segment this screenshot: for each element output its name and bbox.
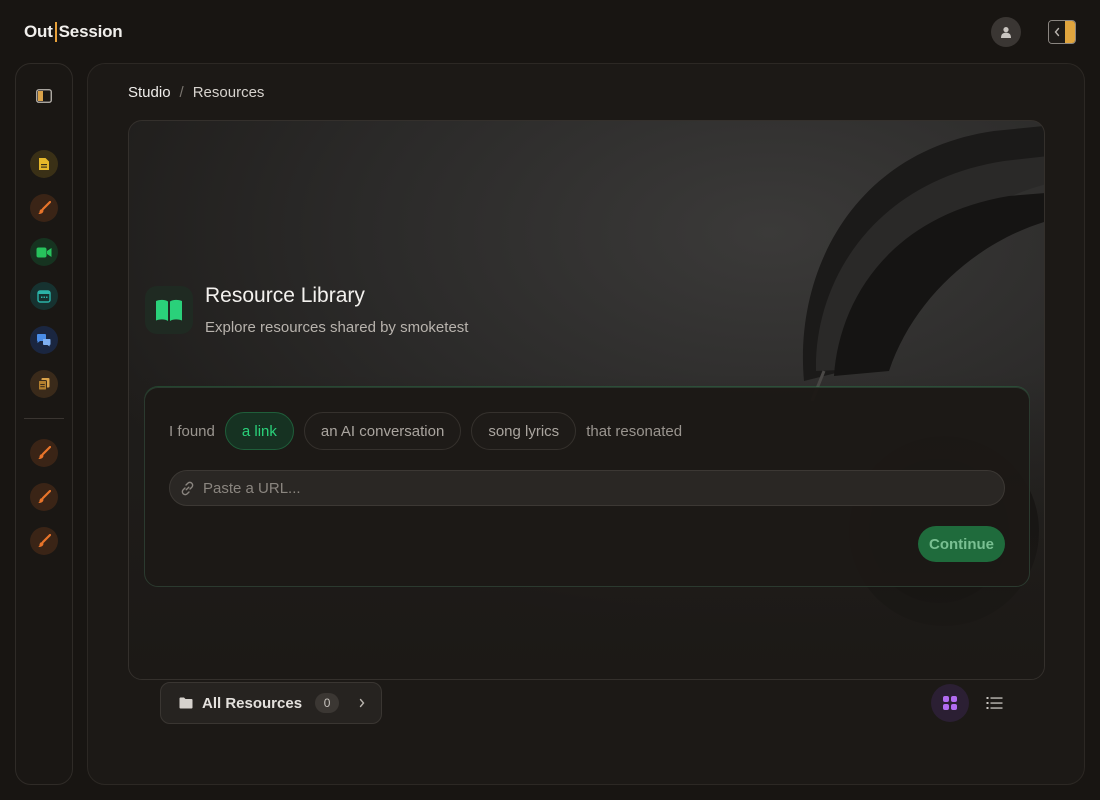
sidebar-item-chat[interactable]	[30, 326, 58, 354]
top-bar: Out Session	[0, 0, 1100, 64]
open-book-icon	[156, 299, 182, 321]
document-icon	[39, 158, 49, 170]
link-icon	[181, 481, 194, 495]
library-subtitle: Explore resources shared by smoketest	[205, 319, 469, 336]
sidebar-collapse-icon	[36, 89, 52, 103]
continue-button[interactable]: Continue	[918, 526, 1005, 562]
chip-ai-conversation[interactable]: an AI conversation	[303, 412, 462, 450]
grid-icon	[943, 696, 957, 710]
chip-song-lyrics[interactable]: song lyrics	[471, 412, 577, 450]
logo-out: Out	[24, 22, 53, 41]
resource-finder-card: I found a link an AI conversation song l…	[144, 387, 1030, 587]
url-input-wrapper	[169, 470, 1005, 506]
resource-count-badge: 0	[315, 693, 340, 713]
all-resources-dropdown[interactable]: All Resources 0	[160, 682, 382, 724]
list-icon	[986, 697, 1002, 709]
sidebar-item-video[interactable]	[30, 238, 58, 266]
chevron-left-icon	[1054, 27, 1060, 37]
breadcrumb-separator: /	[179, 84, 184, 101]
chevron-right-wrapper	[358, 698, 366, 708]
panel-toggle-button[interactable]	[1048, 20, 1076, 44]
chat-bubbles-icon	[37, 334, 51, 347]
sidebar-item-copies[interactable]	[30, 370, 58, 398]
logo-separator	[54, 22, 57, 42]
brush-icon	[38, 490, 51, 504]
grid-view-toggle[interactable]	[931, 684, 969, 722]
folder-icon	[179, 697, 193, 709]
user-avatar-button[interactable]	[991, 17, 1021, 47]
breadcrumb: Studio / Resources	[128, 84, 264, 101]
brush-icon	[38, 201, 51, 215]
sidebar-item-brush-1[interactable]	[30, 194, 58, 222]
list-view-toggle[interactable]	[975, 684, 1013, 722]
breadcrumb-studio[interactable]: Studio	[128, 84, 171, 101]
sidebar-item-brush-4[interactable]	[30, 527, 58, 555]
sidebar	[15, 63, 73, 785]
chip-a-link[interactable]: a link	[224, 412, 294, 450]
hero-banner: Resource Library Explore resources share…	[128, 120, 1045, 680]
main-panel: Studio / Resources Resource Library Expl…	[87, 63, 1085, 785]
sidebar-item-documents[interactable]	[30, 150, 58, 178]
copy-documents-icon	[38, 378, 50, 391]
breadcrumb-resources: Resources	[192, 84, 265, 101]
brush-icon	[38, 446, 51, 460]
sidebar-item-brush-2[interactable]	[30, 439, 58, 467]
sidebar-item-calendar[interactable]	[30, 282, 58, 310]
sidebar-item-brush-3[interactable]	[30, 483, 58, 511]
found-selector-row: I found a link an AI conversation song l…	[169, 412, 682, 450]
video-icon	[36, 247, 52, 257]
url-input[interactable]	[203, 479, 1004, 497]
sidebar-collapse-button[interactable]	[30, 82, 58, 110]
chevron-right-icon	[359, 698, 365, 708]
library-title: Resource Library	[205, 284, 365, 307]
library-icon-badge	[145, 286, 193, 334]
app-logo[interactable]: Out Session	[24, 22, 123, 42]
brush-icon	[38, 534, 51, 548]
panel-toggle-icon	[1065, 21, 1075, 43]
all-resources-label: All Resources	[202, 694, 303, 712]
user-icon	[1001, 27, 1011, 38]
calendar-icon	[37, 290, 51, 303]
found-prefix: I found	[169, 422, 215, 440]
sidebar-divider	[24, 418, 64, 419]
found-suffix: that resonated	[586, 422, 683, 440]
logo-session: Session	[58, 22, 123, 41]
